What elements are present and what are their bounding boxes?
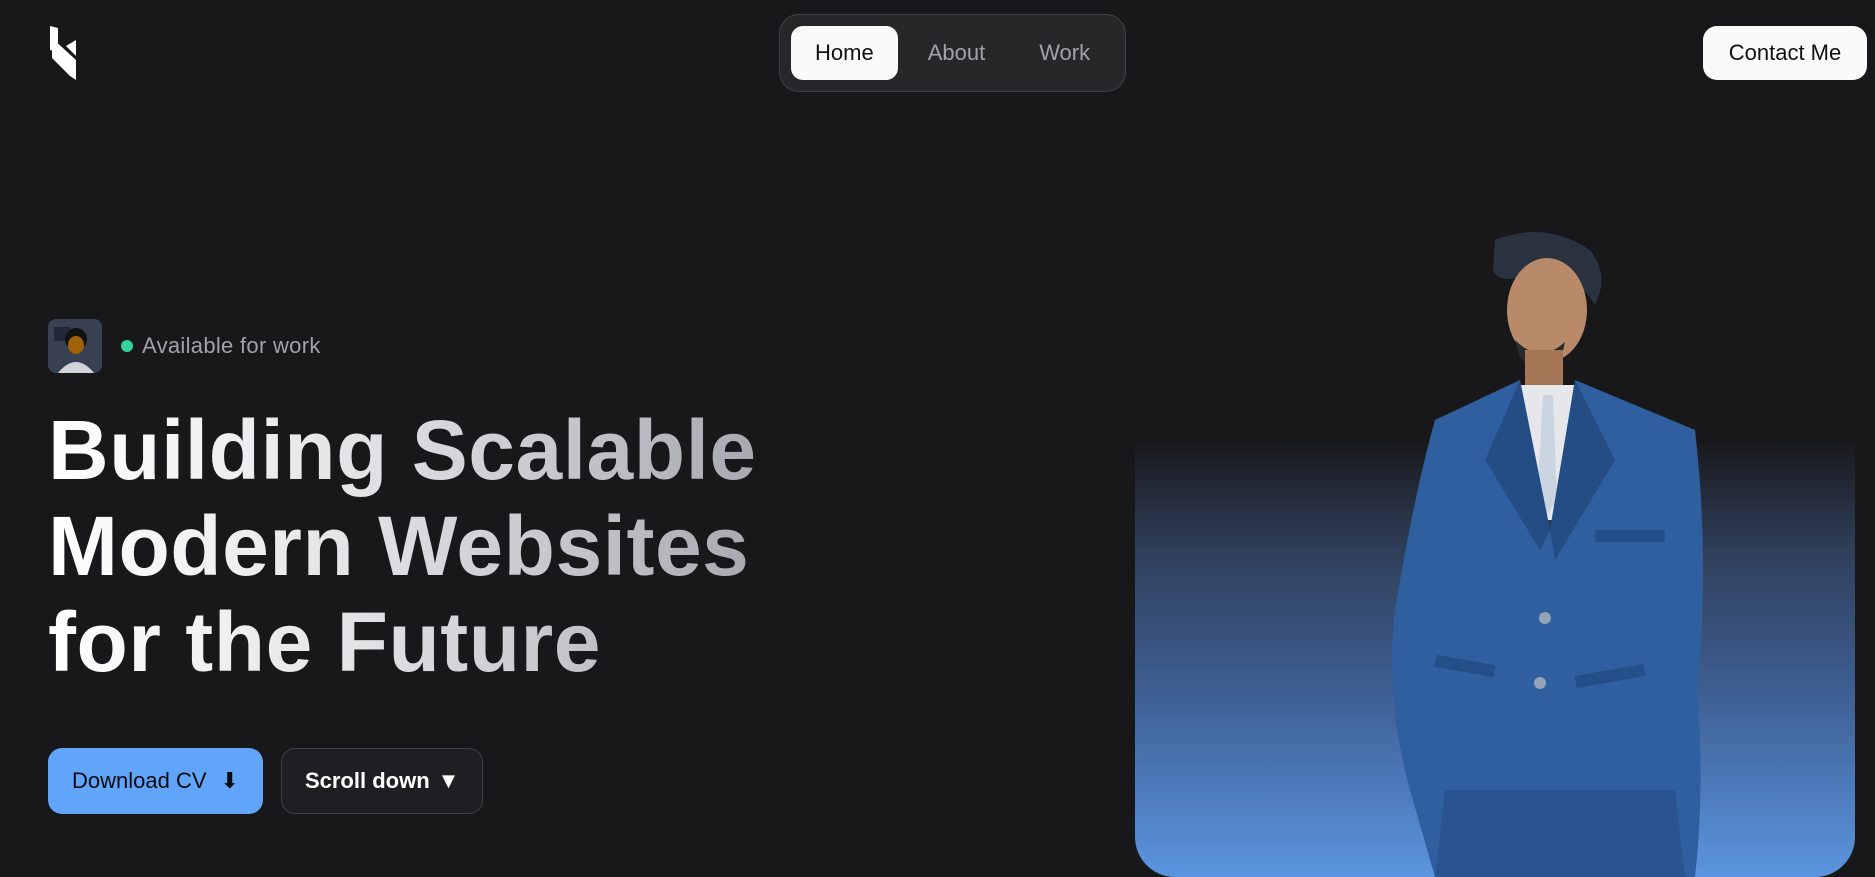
nav-home[interactable]: Home: [791, 26, 898, 80]
hero-headline: Building Scalable Modern Websites for th…: [48, 402, 808, 690]
nav-about[interactable]: About: [904, 26, 1010, 80]
download-cv-button[interactable]: Download CV ⬇: [48, 748, 263, 814]
scroll-down-button[interactable]: Scroll down ▼: [280, 748, 484, 814]
download-cv-label: Download CV: [72, 768, 207, 793]
contact-me-button[interactable]: Contact Me: [1703, 26, 1867, 80]
avatar: [48, 319, 102, 373]
hero-actions: Download CV ⬇ Scroll down ▼: [48, 748, 484, 814]
availability-status: Available for work: [48, 319, 321, 373]
headline-line-3: for the Future: [48, 595, 601, 689]
headline-line-1: Building Scalable: [48, 403, 757, 497]
headline-line-2: Modern Websites: [48, 499, 750, 593]
triangle-down-icon: ▼: [437, 768, 460, 793]
download-icon: ⬇: [220, 768, 239, 793]
main-nav: Home About Work: [779, 14, 1126, 92]
portrait-image: [1392, 232, 1704, 877]
status-text: Available for work: [142, 333, 321, 358]
k-logo-icon[interactable]: [48, 26, 84, 80]
status-dot-icon: [121, 340, 133, 352]
nav-work[interactable]: Work: [1015, 26, 1114, 80]
scroll-down-label: Scroll down: [304, 768, 430, 793]
